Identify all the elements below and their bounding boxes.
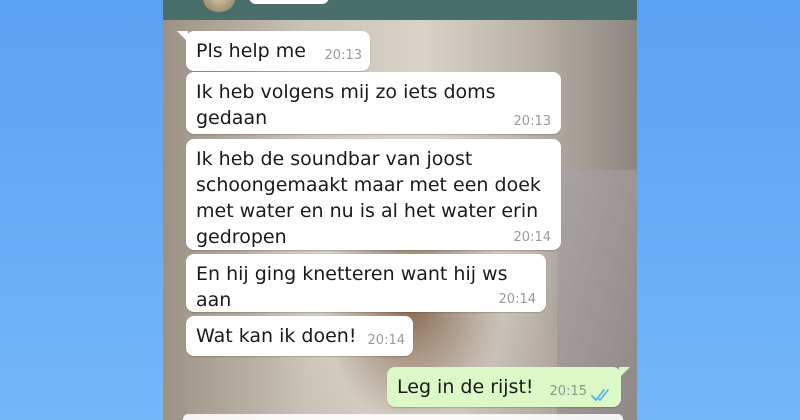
background-frame-right (637, 0, 800, 420)
message-text: Ik heb volgens mij zo iets doms gedaan (196, 81, 496, 129)
contact-avatar[interactable] (203, 0, 235, 12)
bubble-tail (177, 31, 188, 42)
background-frame-left (0, 0, 163, 420)
message-input-bar[interactable] (183, 414, 623, 420)
message-text: Ik heb de soundbar van joost schoongemaa… (196, 148, 541, 248)
message-bubble-incoming[interactable]: Wat kan ik doen! 20:14 (186, 316, 413, 356)
message-bubble-incoming[interactable]: En hij ging knetteren want hij ws aan 20… (186, 254, 546, 312)
message-time: 20:14 (367, 333, 405, 348)
double-check-icon (591, 389, 609, 401)
message-bubble-incoming[interactable]: Ik heb volgens mij zo iets doms gedaan 2… (186, 72, 561, 134)
message-bubble-outgoing[interactable]: Leg in de rijst! 20:15 (387, 367, 630, 407)
message-text: En hij ging knetteren want hij ws aan (196, 263, 508, 311)
message-time: 20:14 (498, 292, 536, 307)
message-bubble-incoming[interactable]: Ik heb de soundbar van joost schoongemaa… (186, 139, 561, 250)
message-time: 20:15 (549, 384, 587, 399)
message-time: 20:14 (513, 230, 551, 245)
contact-name-pill[interactable] (249, 0, 329, 4)
chat-screen[interactable]: Pls help me 20:13 Ik heb volgens mij zo … (163, 0, 637, 420)
message-bubble-incoming[interactable]: Pls help me 20:13 (177, 31, 370, 71)
message-time: 20:13 (513, 114, 551, 129)
chat-header (163, 0, 637, 20)
bubble-tail (619, 367, 630, 378)
message-time: 20:13 (324, 48, 362, 63)
